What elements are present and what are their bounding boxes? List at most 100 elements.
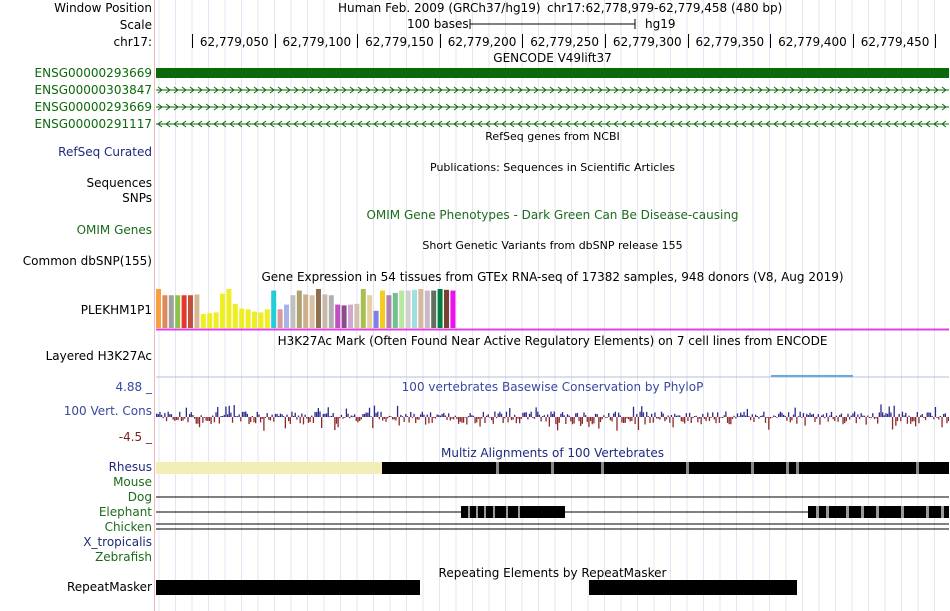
chrom-label[interactable]: chr17: xyxy=(114,35,152,49)
sequences-label[interactable]: Sequences xyxy=(87,176,152,190)
phylop-conservation-plot[interactable] xyxy=(156,395,949,445)
gencode-track[interactable] xyxy=(156,66,949,128)
phylop-score-bar xyxy=(512,417,514,420)
phylop-score-bar xyxy=(288,417,290,422)
gencode-gene-label[interactable]: ENSG00000293669 xyxy=(35,66,152,80)
phylop-score-bar xyxy=(245,411,247,417)
phylop-score-bar xyxy=(632,406,635,417)
phylop-score-bar xyxy=(301,413,303,417)
phylop-score-bar xyxy=(532,417,534,418)
gtex-gene-label[interactable]: PLEKHM1P1 xyxy=(81,303,152,317)
phylop-score-bar xyxy=(428,417,430,424)
phylop-score-bar xyxy=(816,417,818,419)
gtex-tissue-bar xyxy=(450,290,456,328)
phylop-score-bar xyxy=(855,417,857,424)
multiz-species-label[interactable]: Elephant xyxy=(99,505,152,519)
phylop-score-bar xyxy=(243,411,245,417)
phylop-score-bar xyxy=(553,411,555,417)
multiz-species-label[interactable]: Dog xyxy=(128,490,152,504)
phylop-score-bar xyxy=(474,417,476,424)
gtex-tissue-bar xyxy=(200,313,206,328)
phylop-score-bar xyxy=(459,417,461,422)
phylop-score-bar xyxy=(875,417,877,419)
refseq-curated-label[interactable]: RefSeq Curated xyxy=(58,145,152,159)
phylop-score-bar xyxy=(494,411,496,417)
gencode-gene-label[interactable]: ENSG00000303847 xyxy=(35,83,152,97)
gencode-gene-label[interactable]: ENSG00000293669 xyxy=(35,100,152,114)
multiz-alignment-track[interactable] xyxy=(156,459,949,559)
phylop-track-label[interactable]: 100 Vert. Cons xyxy=(64,404,152,418)
phylop-score-bar xyxy=(457,417,460,424)
phylop-score-bar xyxy=(555,417,557,425)
phylop-score-bar xyxy=(182,417,184,421)
multiz-species-label[interactable]: X_tropicalis xyxy=(83,535,152,549)
phylop-score-bar xyxy=(266,413,268,417)
phylop-score-bar xyxy=(629,417,631,422)
phylop-score-bar xyxy=(680,417,682,422)
phylop-score-bar xyxy=(585,415,587,417)
phylop-score-bar xyxy=(931,415,933,417)
phylop-score-bar xyxy=(203,417,206,418)
phylop-score-bar xyxy=(619,415,621,417)
phylop-score-bar xyxy=(509,408,511,417)
multiz-species-label[interactable]: Mouse xyxy=(113,475,152,489)
phylop-score-bar xyxy=(363,413,366,417)
phylop-score-bar xyxy=(502,417,504,424)
phylop-score-bar xyxy=(259,417,262,423)
phylop-score-bar xyxy=(789,417,791,423)
phylop-score-bar xyxy=(202,417,204,423)
phylop-score-bar xyxy=(416,417,418,420)
phylop-score-bar xyxy=(769,417,772,419)
phylop-score-bar xyxy=(563,415,565,417)
multiz-species-label[interactable]: Chicken xyxy=(105,520,152,534)
phylop-score-bar xyxy=(896,417,899,422)
phylop-score-bar xyxy=(898,413,900,417)
phylop-score-bar xyxy=(834,417,836,421)
repeatmasker-label[interactable]: RepeatMasker xyxy=(67,580,152,594)
snps-label[interactable]: SNPs xyxy=(122,191,152,205)
phylop-score-bar xyxy=(877,417,879,424)
omim-genes-label[interactable]: OMIM Genes xyxy=(77,223,152,237)
phylop-score-bar xyxy=(349,417,351,419)
h3k27ac-signal[interactable] xyxy=(156,370,949,380)
phylop-score-bar xyxy=(901,411,904,417)
phylop-score-bar xyxy=(799,411,801,417)
gencode-gene-label[interactable]: ENSG00000291117 xyxy=(35,117,152,131)
phylop-score-bar xyxy=(717,412,719,417)
phylop-score-bar xyxy=(322,413,324,417)
repeatmasker-track[interactable] xyxy=(156,580,949,596)
phylop-score-bar xyxy=(771,417,773,418)
phylop-score-bar xyxy=(311,415,313,417)
phylop-score-bar xyxy=(928,412,930,417)
phylop-score-bar xyxy=(390,416,392,417)
phylop-score-bar xyxy=(520,417,522,419)
phylop-score-bar xyxy=(542,416,544,417)
label-area-separator xyxy=(154,0,155,611)
phylop-score-bar xyxy=(750,417,752,421)
multiz-species-label[interactable]: Zebrafish xyxy=(95,550,152,564)
phylop-score-bar xyxy=(939,415,942,417)
phylop-score-bar xyxy=(235,415,237,417)
phylop-score-bar xyxy=(225,406,227,417)
phylop-score-bar xyxy=(754,414,757,417)
phylop-score-bar xyxy=(915,417,917,427)
phylop-score-bar xyxy=(184,417,186,419)
phylop-score-bar xyxy=(289,417,291,424)
phylop-score-bar xyxy=(857,414,859,417)
base-position-ruler[interactable]: 62,779,050 62,779,100 62,779,150 62,779,200… xyxy=(156,32,949,52)
phylop-score-bar xyxy=(304,414,306,417)
phylop-score-bar xyxy=(505,411,508,417)
layered-h3k27ac-label[interactable]: Layered H3K27Ac xyxy=(46,349,152,363)
phylop-score-bar xyxy=(345,408,348,417)
phylop-score-bar xyxy=(715,417,717,424)
phylop-score-bar xyxy=(847,413,849,417)
phylop-score-bar xyxy=(764,417,767,423)
phylop-score-bar xyxy=(844,417,846,424)
multiz-species-label[interactable]: Rhesus xyxy=(109,460,152,474)
phylop-score-bar xyxy=(660,411,663,417)
phylop-score-bar xyxy=(924,417,927,421)
gtex-expression-track[interactable] xyxy=(156,284,949,332)
common-dbsnp-label[interactable]: Common dbSNP(155) xyxy=(23,254,152,268)
gtex-tissue-bar xyxy=(412,289,417,328)
phylop-score-bar xyxy=(636,414,638,417)
